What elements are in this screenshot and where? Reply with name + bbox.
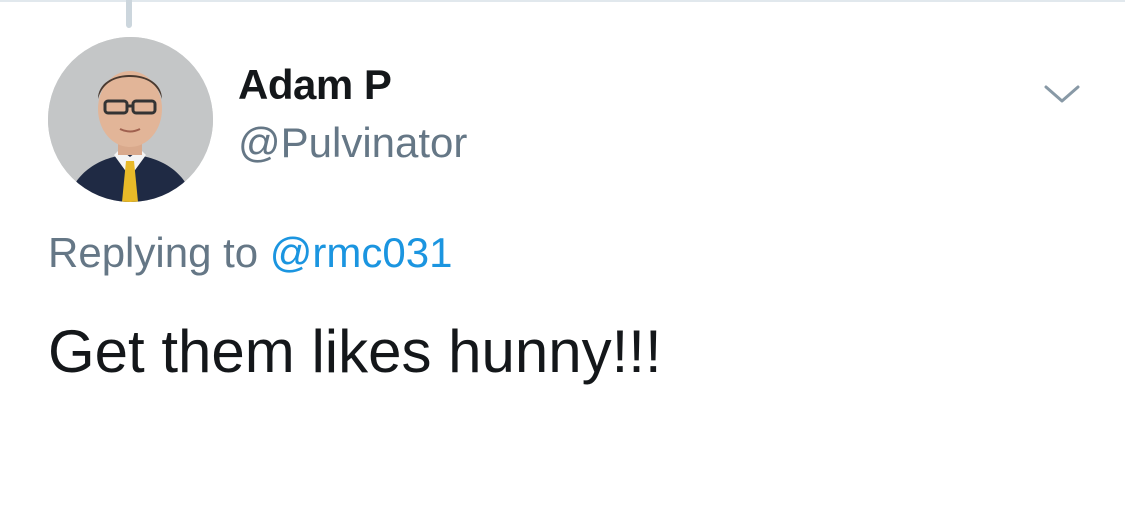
- avatar-photo-icon: [48, 37, 213, 202]
- tweet-menu-button[interactable]: [1042, 80, 1082, 108]
- tweet-text: Get them likes hunny!!!: [48, 318, 662, 385]
- replying-to-label: Replying to: [48, 229, 270, 276]
- reply-mention-link[interactable]: @rmc031: [270, 229, 453, 276]
- avatar[interactable]: [48, 37, 213, 202]
- tweet-divider: [0, 0, 1125, 2]
- author-handle[interactable]: @Pulvinator: [238, 118, 467, 168]
- author-display-name[interactable]: Adam P: [238, 60, 392, 110]
- replying-to-line: Replying to @rmc031: [48, 228, 452, 278]
- chevron-down-icon: [1044, 85, 1080, 103]
- thread-connector-line: [126, 0, 132, 28]
